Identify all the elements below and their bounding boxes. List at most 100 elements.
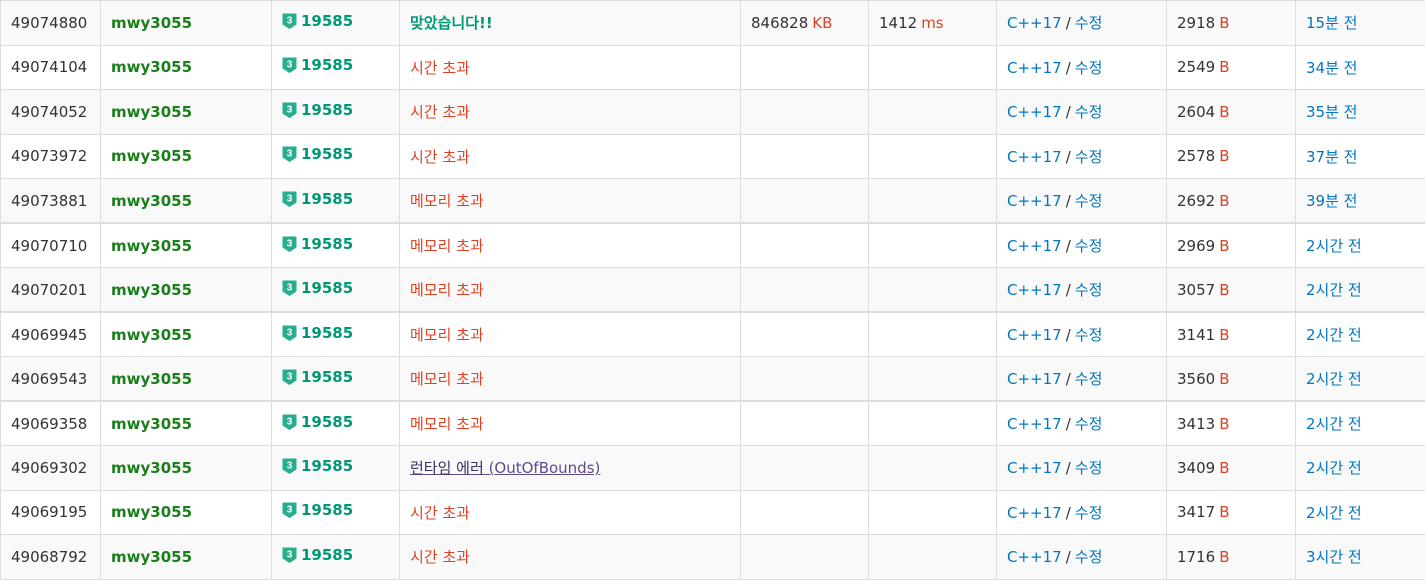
edit-link[interactable]: 수정 [1075,192,1103,210]
language-link[interactable]: C++17 [1007,548,1062,566]
username-link[interactable]: mwy3055 [111,548,192,566]
user-cell: mwy3055 [101,1,272,46]
submit-time-link[interactable]: 2시간 전 [1306,281,1362,299]
language-link[interactable]: C++17 [1007,103,1062,121]
problem-number: 19585 [301,235,353,253]
problem-link[interactable]: 3 19585 [282,12,353,30]
submission-id-cell: 49070710 [1,223,101,268]
edit-link[interactable]: 수정 [1075,14,1103,32]
language-link[interactable]: C++17 [1007,281,1062,299]
problem-link[interactable]: 3 19585 [282,235,353,253]
submit-time-link[interactable]: 37분 전 [1306,148,1357,166]
username-link[interactable]: mwy3055 [111,192,192,210]
edit-link[interactable]: 수정 [1075,103,1103,121]
gold-tier-icon: 3 [282,413,297,431]
submit-time-link[interactable]: 2시간 전 [1306,326,1362,344]
username-link[interactable]: mwy3055 [111,459,192,477]
code-length-unit: B [1219,415,1229,433]
problem-cell: 3 19585 [272,446,400,491]
problem-link[interactable]: 3 19585 [282,501,353,519]
edit-link[interactable]: 수정 [1075,59,1103,77]
username-link[interactable]: mwy3055 [111,147,192,165]
result-runtime-error-link[interactable]: 런타임 에러 (OutOfBounds) [410,459,600,477]
user-cell: mwy3055 [101,535,272,580]
problem-link[interactable]: 3 19585 [282,546,353,564]
language-link[interactable]: C++17 [1007,415,1062,433]
username-link[interactable]: mwy3055 [111,503,192,521]
result-failed: 메모리 초과 [410,326,484,344]
table-row: 49070710 mwy3055 3 19585 메모리 초과 C++17/수정… [1,223,1425,268]
submit-time-link[interactable]: 34분 전 [1306,59,1357,77]
problem-link[interactable]: 3 19585 [282,145,353,163]
language-link[interactable]: C++17 [1007,148,1062,166]
edit-link[interactable]: 수정 [1075,281,1103,299]
submit-time-link[interactable]: 3시간 전 [1306,548,1362,566]
submit-time-link[interactable]: 2시간 전 [1306,415,1362,433]
language-cell: C++17/수정 [997,45,1167,90]
problem-link[interactable]: 3 19585 [282,368,353,386]
submit-time-link[interactable]: 2시간 전 [1306,370,1362,388]
memory-cell [741,45,869,90]
memory-cell [741,357,869,402]
submission-id: 49074880 [11,14,87,32]
edit-link[interactable]: 수정 [1075,459,1103,477]
username-link[interactable]: mwy3055 [111,103,192,121]
edit-link[interactable]: 수정 [1075,415,1103,433]
submission-id: 49069358 [11,415,87,433]
language-cell: C++17/수정 [997,401,1167,446]
username-link[interactable]: mwy3055 [111,237,192,255]
code-length-unit: B [1219,281,1229,299]
problem-link[interactable]: 3 19585 [282,56,353,74]
language-link[interactable]: C++17 [1007,192,1062,210]
user-cell: mwy3055 [101,312,272,357]
time-cell [869,446,997,491]
language-separator: / [1062,59,1075,77]
result-failed: 메모리 초과 [410,415,484,433]
edit-link[interactable]: 수정 [1075,548,1103,566]
submit-time-link[interactable]: 35분 전 [1306,103,1357,121]
username-link[interactable]: mwy3055 [111,370,192,388]
result-cell: 시간 초과 [400,134,741,179]
submit-time-link[interactable]: 15분 전 [1306,14,1357,32]
edit-link[interactable]: 수정 [1075,326,1103,344]
gold-tier-icon: 3 [282,12,297,30]
username-link[interactable]: mwy3055 [111,14,192,32]
problem-link[interactable]: 3 19585 [282,279,353,297]
edit-link[interactable]: 수정 [1075,504,1103,522]
problem-link[interactable]: 3 19585 [282,324,353,342]
edit-link[interactable]: 수정 [1075,237,1103,255]
language-link[interactable]: C++17 [1007,326,1062,344]
submit-time-link[interactable]: 39분 전 [1306,192,1357,210]
language-cell: C++17/수정 [997,268,1167,313]
problem-link[interactable]: 3 19585 [282,413,353,431]
edit-link[interactable]: 수정 [1075,148,1103,166]
language-link[interactable]: C++17 [1007,237,1062,255]
username-link[interactable]: mwy3055 [111,415,192,433]
code-length-value: 2692 [1177,192,1215,210]
language-link[interactable]: C++17 [1007,370,1062,388]
svg-text:3: 3 [287,149,293,160]
result-cell: 메모리 초과 [400,268,741,313]
code-length-value: 3057 [1177,281,1215,299]
problem-link[interactable]: 3 19585 [282,457,353,475]
username-link[interactable]: mwy3055 [111,58,192,76]
username-link[interactable]: mwy3055 [111,281,192,299]
table-row: 49068792 mwy3055 3 19585 시간 초과 C++17/수정 … [1,535,1425,580]
problem-link[interactable]: 3 19585 [282,101,353,119]
language-link[interactable]: C++17 [1007,459,1062,477]
language-link[interactable]: C++17 [1007,14,1062,32]
problem-cell: 3 19585 [272,223,400,268]
submit-time-link[interactable]: 2시간 전 [1306,504,1362,522]
table-row: 49069543 mwy3055 3 19585 메모리 초과 C++17/수정… [1,357,1425,402]
problem-link[interactable]: 3 19585 [282,190,353,208]
problem-cell: 3 19585 [272,134,400,179]
edit-link[interactable]: 수정 [1075,370,1103,388]
code-length-value: 3417 [1177,503,1215,521]
submit-time-link[interactable]: 2시간 전 [1306,237,1362,255]
language-link[interactable]: C++17 [1007,59,1062,77]
username-link[interactable]: mwy3055 [111,326,192,344]
result-cell: 시간 초과 [400,535,741,580]
language-link[interactable]: C++17 [1007,504,1062,522]
gold-tier-icon: 3 [282,546,297,564]
submit-time-link[interactable]: 2시간 전 [1306,459,1362,477]
